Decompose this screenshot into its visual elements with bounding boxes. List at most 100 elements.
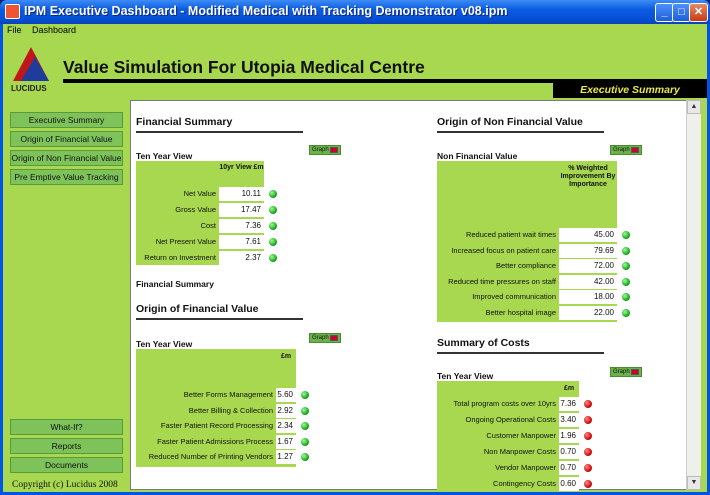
financial-summary-row-label: Net Present Value [155,237,216,246]
green-status-indicator-icon [269,206,277,214]
financial-summary-row-value: 17.47 [219,203,264,217]
nav-pre-emptive-value-tracking[interactable]: Pre Emptive Value Tracking [10,169,123,185]
app-icon [5,4,20,19]
nav-origin-non-financial-value[interactable]: Origin of Non Financial Value [10,150,123,166]
summary-costs-row-value: 3.40 [559,413,579,427]
origin-non-financial-row-label: Reduced time pressures on staff [448,276,556,286]
origin-financial-row-value: 2.34 [276,419,296,433]
origin-financial-col-head: £m [280,353,292,360]
origin-financial-row-label: Reduced Number of Printing Vendors [148,452,273,461]
financial-summary-row-value: 10.11 [219,187,264,201]
origin-non-financial-title: Origin of Non Financial Value [437,116,604,133]
client-area: File Dashboard LUCIDUS Value Simulation … [3,24,707,492]
scroll-up-arrow-icon[interactable]: ▲ [687,100,701,114]
green-status-indicator-icon [622,231,630,239]
summary-costs-row-label: Customer Manpower [486,431,556,440]
green-status-indicator-icon [301,422,309,430]
summary-costs-title: Summary of Costs [437,337,604,354]
summary-costs-col-head: £m [563,385,575,392]
financial-summary-subtitle: Ten Year View [136,151,193,161]
red-status-indicator-icon [584,464,592,472]
origin-financial-row-label: Better Forms Management [183,390,273,399]
origin-financial-row-label: Faster Patient Admissions Process [157,436,273,446]
origin-financial-subtitle: Ten Year View [136,339,193,349]
green-status-indicator-icon [269,222,277,230]
origin-non-financial-row-value: 79.69 [559,243,617,258]
lucidus-logo-icon [13,47,49,81]
summary-costs-row-value: 1.96 [559,429,579,443]
origin-non-financial-subtitle: Non Financial Value [437,151,518,161]
red-status-indicator-icon [584,400,592,408]
financial-summary-title: Financial Summary [136,116,304,133]
origin-financial-row-label: Better Billing & Collection [188,405,273,415]
origin-non-financial-row-label: Better compliance [495,261,556,270]
summary-costs-row-value: 7.36 [559,397,579,411]
main-content: Financial Summary Graph Ten Year View 10… [130,100,701,491]
title-bar[interactable]: IPM Executive Dashboard - Modified Medic… [0,0,710,24]
graph-icon [631,147,639,153]
origin-non-financial-row-value: 42.00 [559,274,617,289]
financial-summary-row-value: 7.36 [219,219,264,233]
red-status-indicator-icon [584,416,592,424]
green-status-indicator-icon [622,308,630,317]
origin-non-financial-row-value: 45.00 [559,228,617,242]
menu-dashboard[interactable]: Dashboard [28,24,80,36]
origin-financial-graph-button[interactable]: Graph [309,333,341,343]
financial-summary-col-head: 10yr View £m [219,164,264,171]
red-status-indicator-icon [584,480,592,488]
origin-financial-row-value: 2.92 [276,403,296,418]
nav-executive-summary[interactable]: Executive Summary [10,112,123,128]
summary-costs-graph-button[interactable]: Graph [610,367,642,377]
scroll-down-arrow-icon[interactable]: ▼ [687,476,701,490]
summary-costs-row-label: Non Manpower Costs [483,447,556,456]
summary-costs-row-value: 0.70 [559,461,579,475]
financial-summary-graph-button[interactable]: Graph [309,145,341,155]
page-title: Value Simulation For Utopia Medical Cent… [63,57,425,77]
graph-icon [330,147,338,153]
green-status-indicator-icon [301,391,309,399]
financial-summary-row-label: Net Value [183,189,216,198]
financial-summary-footer-label: Financial Summary [136,279,214,289]
green-status-indicator-icon [622,277,630,286]
vertical-scrollbar[interactable]: ▲ ▼ [686,100,701,490]
summary-costs-row-value: 0.60 [559,477,579,491]
green-status-indicator-icon [622,246,630,255]
menu-file[interactable]: File [3,24,26,36]
summary-costs-row-label: Contingency Costs [493,479,556,488]
origin-non-financial-row-value: 22.00 [559,305,617,320]
summary-costs-row-label: Total program costs over 10yrs [453,399,556,408]
origin-non-financial-row-value: 18.00 [559,290,617,304]
nav-origin-financial-value[interactable]: Origin of Financial Value [10,131,123,147]
origin-financial-title: Origin of Financial Value [136,303,303,320]
section-badge: Executive Summary [553,82,707,98]
green-status-indicator-icon [269,190,277,198]
financial-summary-row-label: Cost [200,221,216,230]
financial-summary-row-label: Gross Value [175,205,216,214]
origin-non-financial-row-label: Increased focus on patient care [451,245,556,255]
nav-reports[interactable]: Reports [10,438,123,454]
red-status-indicator-icon [584,448,592,456]
close-button[interactable]: ✕ [689,3,708,22]
window-title: IPM Executive Dashboard - Modified Medic… [24,4,508,18]
financial-summary-row-value: 7.61 [219,235,264,249]
green-status-indicator-icon [301,437,309,446]
nav-what-if[interactable]: What-If? [10,419,123,435]
green-status-indicator-icon [301,406,309,415]
origin-non-financial-row-label: Reduced patient wait times [465,230,556,239]
menu-bar: File Dashboard [3,24,707,36]
green-status-indicator-icon [269,238,277,246]
origin-non-financial-graph-button[interactable]: Graph [610,145,642,155]
red-status-indicator-icon [584,432,592,440]
summary-costs-row-label: Vendor Manpower [495,463,556,472]
origin-non-financial-row-label: Better hospital image [485,307,556,317]
green-status-indicator-icon [622,262,630,270]
summary-costs-row-value: 0.70 [559,445,579,459]
origin-financial-row-value: 1.67 [276,434,296,449]
nav-documents[interactable]: Documents [10,457,123,473]
app-window: IPM Executive Dashboard - Modified Medic… [0,0,710,495]
origin-non-financial-row-label: Improved communication [472,292,556,301]
graph-icon [631,369,639,375]
green-status-indicator-icon [622,293,630,301]
origin-non-financial-row-value: 72.00 [559,259,617,273]
green-status-indicator-icon [269,254,277,262]
